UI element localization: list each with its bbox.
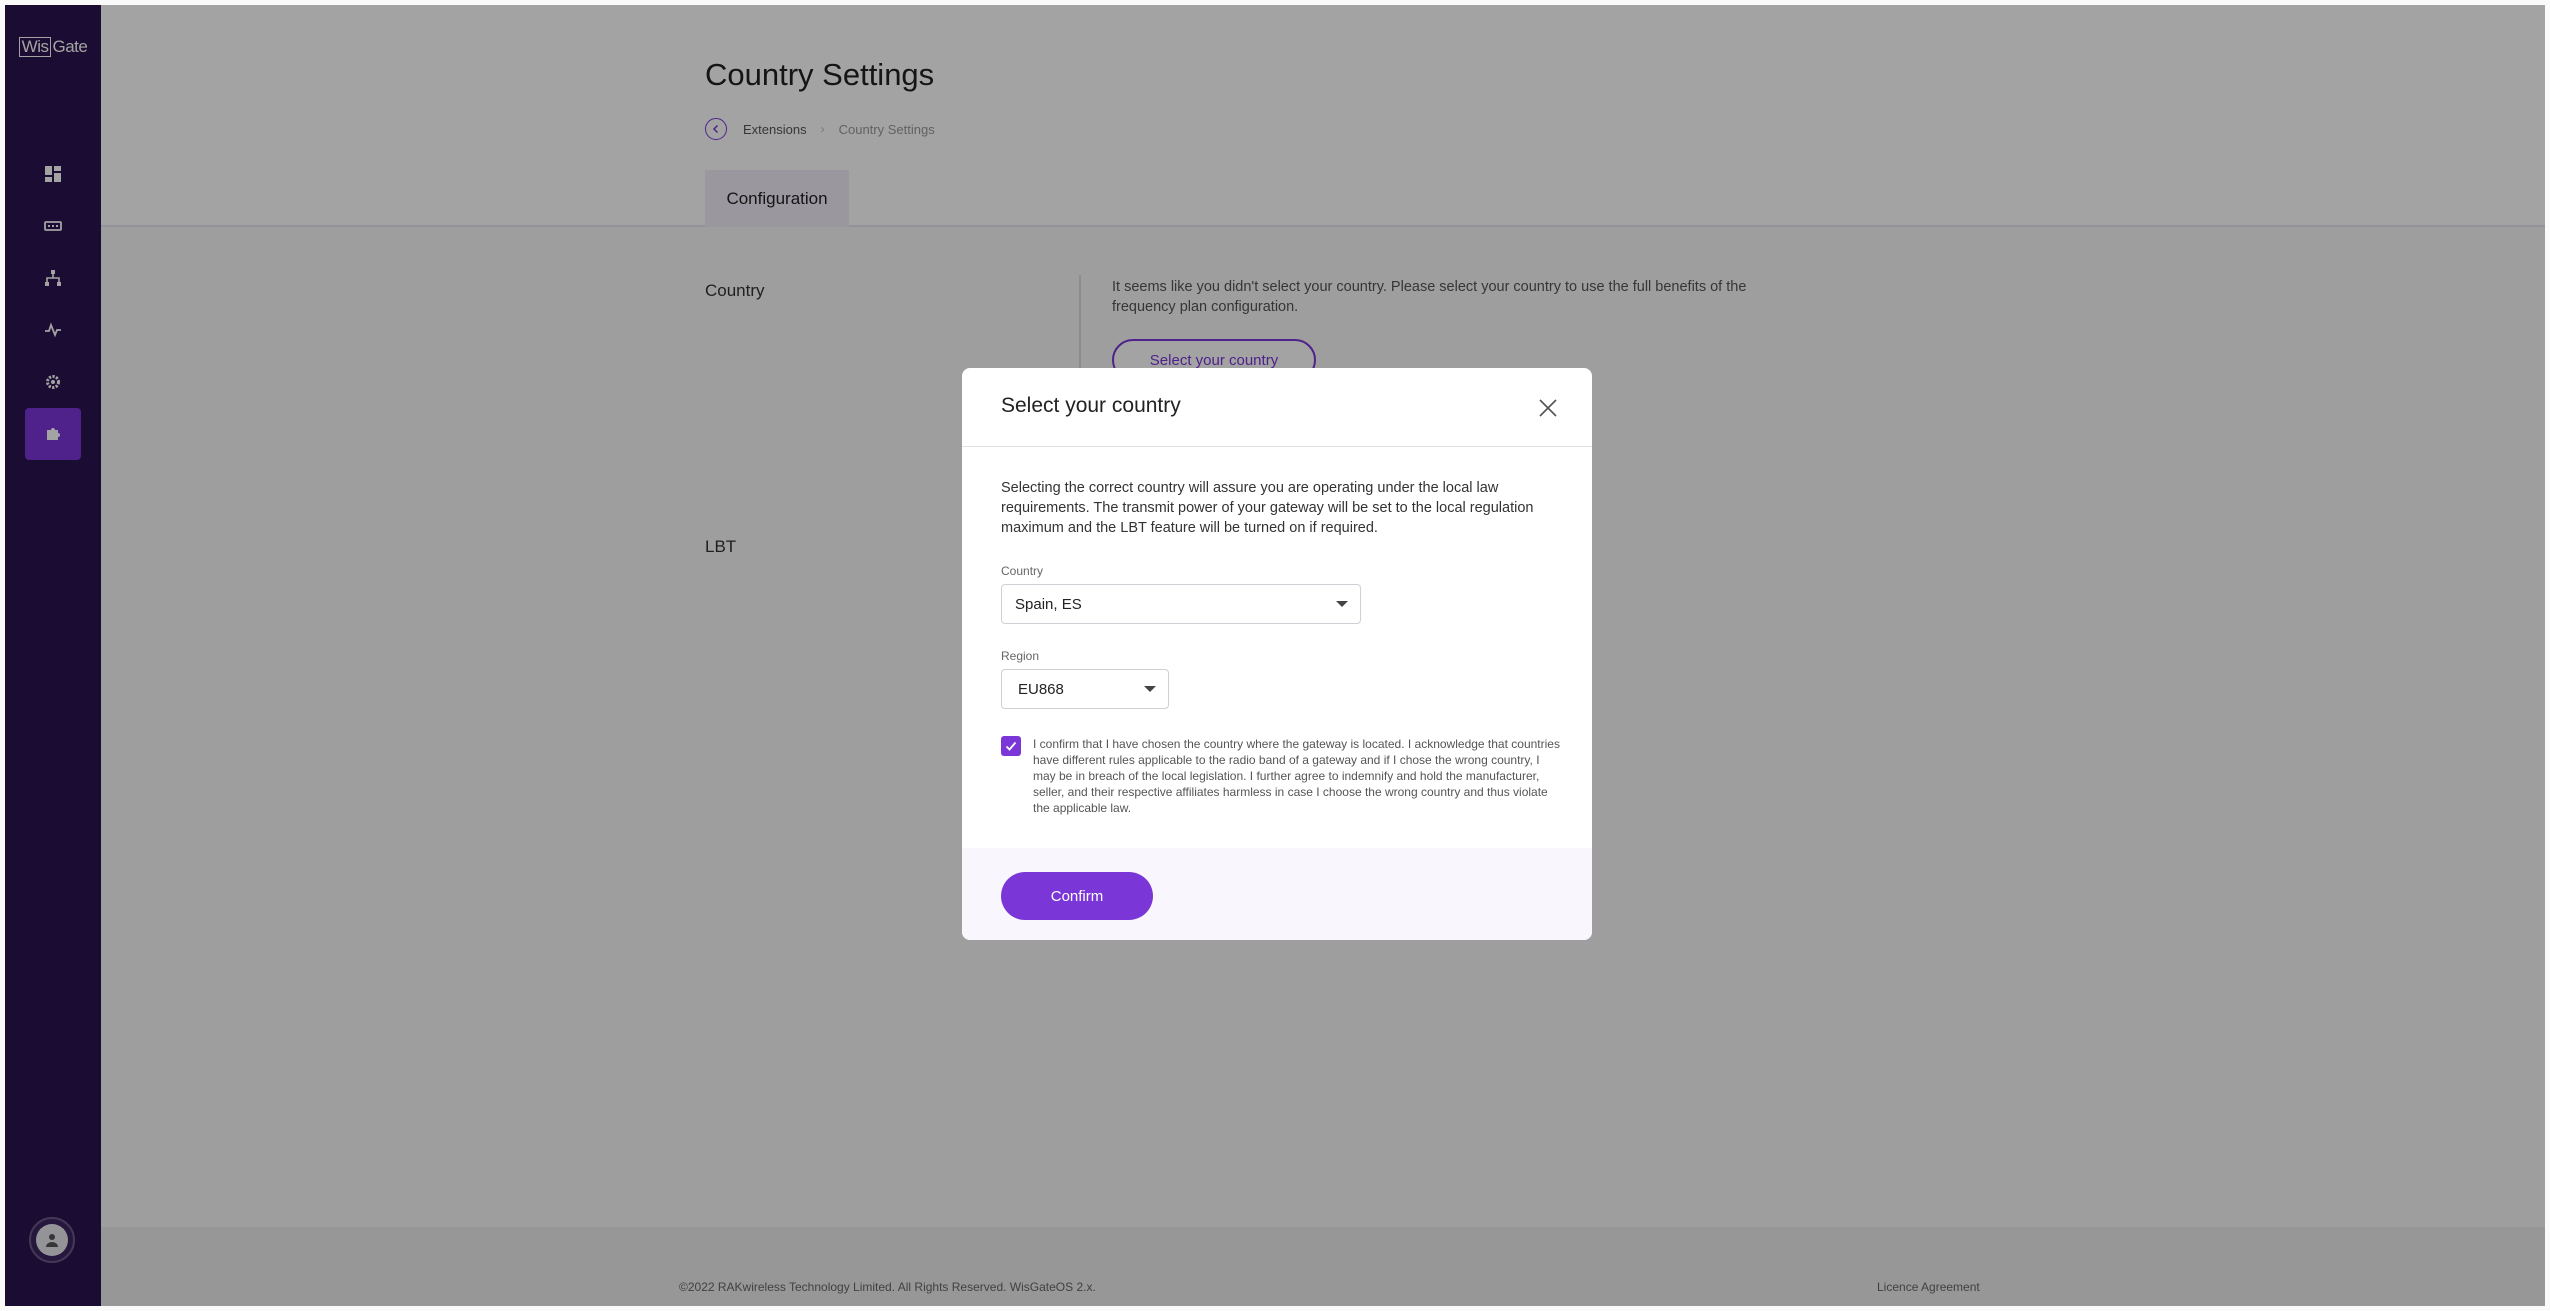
modal-title: Select your country <box>1001 394 1181 417</box>
check-icon <box>1005 741 1017 751</box>
country-select[interactable]: Spain, ES <box>1001 584 1361 624</box>
close-button[interactable] <box>1536 396 1560 420</box>
country-field-label: Country <box>1001 564 1044 578</box>
modal-footer: Confirm <box>962 848 1592 940</box>
chevron-down-icon <box>1144 686 1156 692</box>
region-select-value: EU868 <box>1018 680 1064 698</box>
close-icon <box>1539 399 1557 417</box>
region-select[interactable]: EU868 <box>1001 669 1169 709</box>
confirm-button[interactable]: Confirm <box>1001 872 1153 920</box>
country-select-value: Spain, ES <box>1015 595 1082 613</box>
modal-header: Select your country <box>962 368 1592 447</box>
chevron-down-icon <box>1336 601 1348 607</box>
modal-description: Selecting the correct country will assur… <box>1001 480 1534 536</box>
select-country-modal: Select your country Selecting the correc… <box>962 368 1592 940</box>
confirm-checkbox-label: I confirm that I have chosen the country… <box>1033 737 1560 815</box>
app-window: Wis Gate Country Settings Extensions › C… <box>5 5 2545 1306</box>
region-field-label: Region <box>1001 649 1040 663</box>
confirm-checkbox[interactable] <box>1001 736 1021 756</box>
